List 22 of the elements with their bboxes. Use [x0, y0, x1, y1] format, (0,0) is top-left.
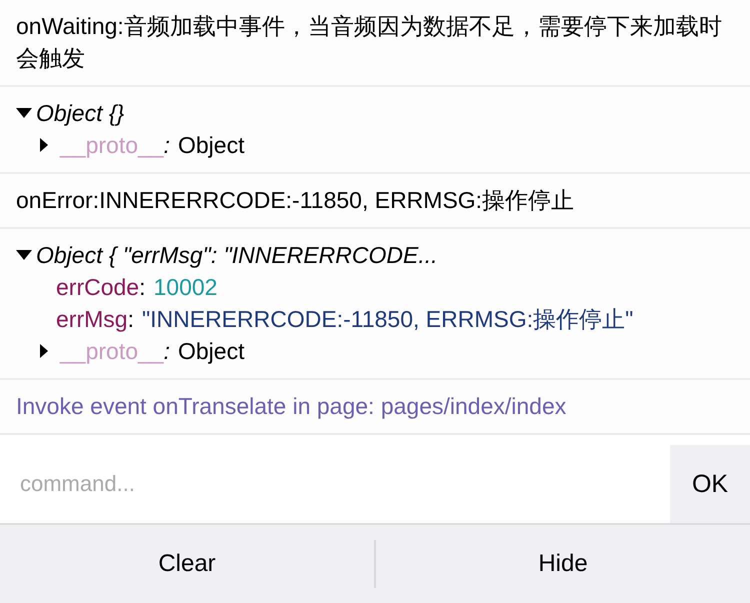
- colon: :: [139, 273, 146, 302]
- ok-button[interactable]: OK: [670, 445, 750, 523]
- property-value: Object: [178, 337, 244, 366]
- caret-icon[interactable]: [40, 138, 48, 152]
- log-message: onError:INNERERRCODE:-11850, ERRMSG:操作停止: [16, 186, 576, 215]
- colon: :: [164, 131, 170, 160]
- caret-icon[interactable]: [16, 108, 32, 118]
- caret-icon[interactable]: [16, 250, 32, 260]
- property-key: __proto__: [60, 129, 164, 161]
- log-message: Invoke event onTranselate in page: pages/index/index: [16, 392, 568, 421]
- log-message: onWaiting:音频加载中事件，当音频因为数据不足，需要停下来加载时会触发: [16, 12, 723, 73]
- colon: :: [128, 305, 134, 334]
- property-key: errCode: [56, 271, 140, 303]
- object-summary[interactable]: Object { "errMsg": "INNERERRCODE...: [36, 239, 438, 271]
- property-key: errMsg: [56, 303, 128, 335]
- object-summary[interactable]: Object {}: [36, 97, 124, 129]
- colon: :: [164, 337, 170, 366]
- caret-icon[interactable]: [40, 344, 48, 358]
- property-value: 10002: [154, 273, 218, 302]
- property-value: "INNERERRCODE:-11850, ERRMSG:操作停止": [142, 305, 634, 334]
- property-value: Object: [178, 131, 244, 160]
- property-key: __proto__: [60, 335, 164, 367]
